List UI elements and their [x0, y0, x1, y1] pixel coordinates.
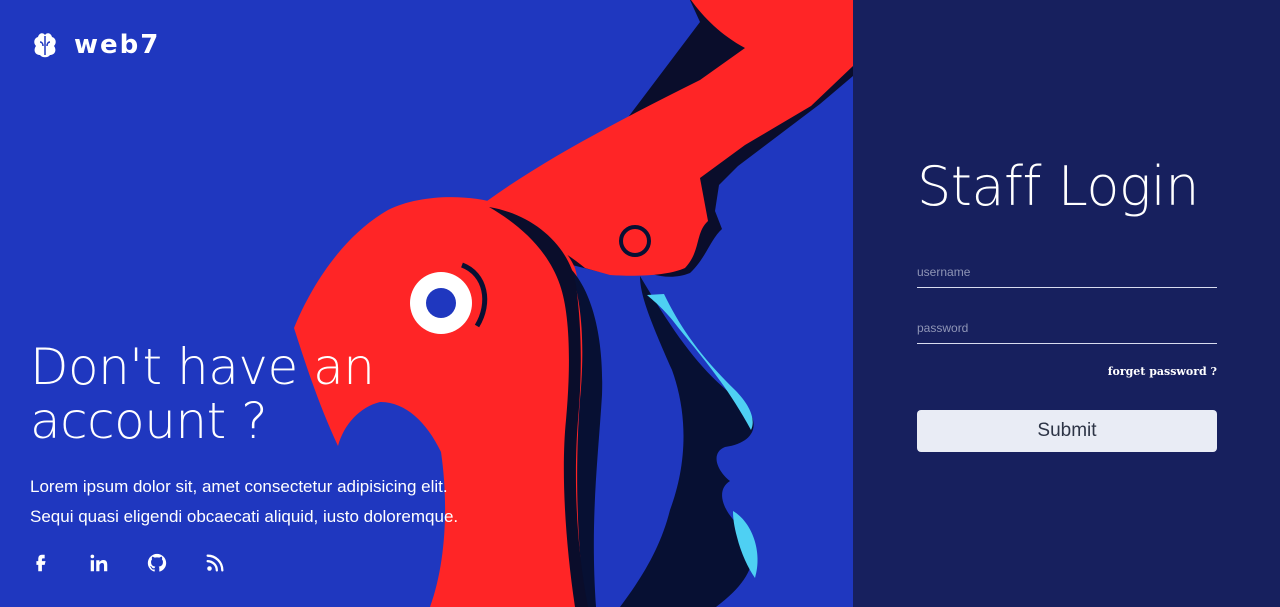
brand: web7 — [30, 30, 160, 60]
hero-description: Lorem ipsum dolor sit, amet consectetur … — [30, 472, 500, 532]
social-links — [30, 551, 226, 575]
robot-joint-circle — [619, 225, 651, 257]
hero-heading: Don't have an account ? — [30, 338, 375, 450]
hero-description-line-1: Lorem ipsum dolor sit, amet consectetur … — [30, 477, 448, 496]
github-icon — [147, 553, 167, 572]
login-panel: Staff Login forget password ? Submit — [853, 0, 1280, 607]
brain-icon — [30, 30, 60, 60]
facebook-icon — [36, 554, 46, 572]
rss-link[interactable] — [204, 551, 226, 575]
brand-name: web7 — [74, 30, 161, 60]
hero-description-line-2: Sequi quasi eligendi obcaecati aliquid, … — [30, 507, 459, 526]
login-title: Staff Login — [917, 155, 1200, 218]
linkedin-link[interactable] — [88, 551, 110, 575]
robot-eye — [426, 288, 456, 318]
password-input[interactable] — [917, 313, 1217, 344]
forgot-password-link[interactable]: forget password ? — [917, 365, 1217, 378]
submit-button[interactable]: Submit — [917, 410, 1217, 452]
rss-icon — [206, 554, 224, 572]
github-link[interactable] — [146, 551, 168, 575]
login-page: web7 Don't have an account ? Lorem ipsum… — [0, 0, 1280, 607]
linkedin-icon — [90, 554, 108, 572]
hero-section: web7 Don't have an account ? Lorem ipsum… — [0, 0, 853, 607]
username-input[interactable] — [917, 257, 1217, 288]
facebook-link[interactable] — [30, 551, 52, 575]
